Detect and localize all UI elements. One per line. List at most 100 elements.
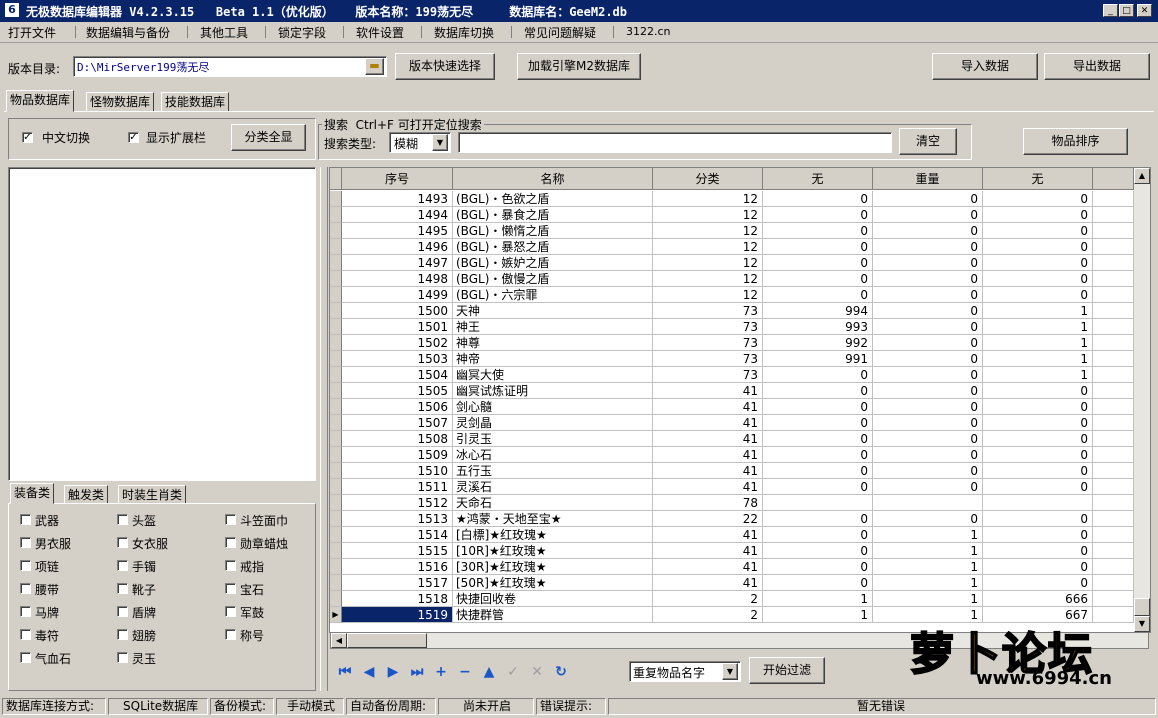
- col-none-2[interactable]: 无: [983, 168, 1093, 190]
- table-row[interactable]: 1517 [50R]★红玫瑰★ 41 0 1 0: [330, 575, 1134, 591]
- category-checkbox[interactable]: [117, 583, 128, 594]
- cell-none-1[interactable]: 1: [763, 607, 873, 623]
- vertical-scrollbar[interactable]: ▲ ▼: [1134, 168, 1150, 632]
- cell-filler[interactable]: [1093, 431, 1134, 447]
- table-row[interactable]: 1499 (BGL)・六宗罪 12 0 0 0: [330, 287, 1134, 303]
- cell-weight[interactable]: 1: [873, 527, 983, 543]
- cell-seq[interactable]: 1511: [342, 479, 453, 495]
- maximize-icon[interactable]: □: [1119, 4, 1134, 17]
- cell-weight[interactable]: [873, 495, 983, 511]
- next-icon[interactable]: ▶: [385, 664, 401, 680]
- cell-category[interactable]: 41: [653, 543, 763, 559]
- first-icon[interactable]: ⏮: [337, 664, 353, 680]
- h-scroll-thumb[interactable]: [347, 633, 427, 648]
- cell-none-1[interactable]: 0: [763, 447, 873, 463]
- delete-icon[interactable]: −: [457, 664, 473, 680]
- cell-category[interactable]: 12: [653, 191, 763, 207]
- cell-none-2[interactable]: 0: [983, 543, 1093, 559]
- cell-weight[interactable]: 0: [873, 207, 983, 223]
- cell-name[interactable]: [50R]★红玫瑰★: [453, 575, 653, 591]
- cell-none-2[interactable]: 0: [983, 575, 1093, 591]
- cell-category[interactable]: 2: [653, 591, 763, 607]
- cell-none-2[interactable]: 0: [983, 207, 1093, 223]
- start-filter-button[interactable]: 开始过滤: [749, 657, 825, 684]
- cell-name[interactable]: (BGL)・暴食之盾: [453, 207, 653, 223]
- cell-seq[interactable]: 1493: [342, 191, 453, 207]
- cell-seq[interactable]: 1496: [342, 239, 453, 255]
- table-row[interactable]: 1502 神尊 73 992 0 1: [330, 335, 1134, 351]
- refresh-icon[interactable]: ↻: [553, 664, 569, 680]
- scroll-left-icon[interactable]: ◀: [331, 633, 347, 648]
- category-checkbox[interactable]: [225, 537, 236, 548]
- cell-weight[interactable]: 0: [873, 511, 983, 527]
- table-row[interactable]: 1500 天神 73 994 0 1: [330, 303, 1134, 319]
- cell-none-2[interactable]: [983, 495, 1093, 511]
- cell-category[interactable]: 41: [653, 559, 763, 575]
- tab-skills[interactable]: 技能数据库: [161, 92, 230, 112]
- cell-none-1[interactable]: 0: [763, 479, 873, 495]
- table-row[interactable]: 1509 冰心石 41 0 0 0: [330, 447, 1134, 463]
- cell-none-2[interactable]: 0: [983, 399, 1093, 415]
- cell-filler[interactable]: [1093, 511, 1134, 527]
- cell-seq[interactable]: 1495: [342, 223, 453, 239]
- chevron-down-icon[interactable]: ▼: [432, 134, 448, 151]
- cell-seq[interactable]: 1497: [342, 255, 453, 271]
- table-row[interactable]: 1496 (BGL)・暴怒之盾 12 0 0 0: [330, 239, 1134, 255]
- cell-filler[interactable]: [1093, 591, 1134, 607]
- row-indicator[interactable]: [330, 495, 342, 511]
- sort-button[interactable]: 物品排序: [1023, 128, 1128, 155]
- cell-weight[interactable]: 0: [873, 335, 983, 351]
- cell-filler[interactable]: [1093, 383, 1134, 399]
- cell-none-2[interactable]: 0: [983, 527, 1093, 543]
- cell-none-1[interactable]: 1: [763, 591, 873, 607]
- cell-category[interactable]: 12: [653, 223, 763, 239]
- table-row[interactable]: 1512 天命石 78: [330, 495, 1134, 511]
- cell-seq[interactable]: 1499: [342, 287, 453, 303]
- category-checkbox[interactable]: [117, 537, 128, 548]
- category-checkbox[interactable]: [20, 629, 31, 640]
- cell-filler[interactable]: [1093, 527, 1134, 543]
- cell-category[interactable]: 12: [653, 207, 763, 223]
- category-checkbox[interactable]: [225, 629, 236, 640]
- cell-category[interactable]: 41: [653, 399, 763, 415]
- cell-filler[interactable]: [1093, 447, 1134, 463]
- cell-none-1[interactable]: 0: [763, 527, 873, 543]
- cell-none-1[interactable]: 0: [763, 543, 873, 559]
- row-indicator[interactable]: [330, 431, 342, 447]
- cell-none-1[interactable]: 0: [763, 575, 873, 591]
- cell-none-2[interactable]: 0: [983, 511, 1093, 527]
- cell-seq[interactable]: 1519: [342, 607, 453, 623]
- cell-name[interactable]: 神帝: [453, 351, 653, 367]
- cell-seq[interactable]: 1514: [342, 527, 453, 543]
- cell-weight[interactable]: 0: [873, 479, 983, 495]
- cell-category[interactable]: 73: [653, 335, 763, 351]
- table-row[interactable]: 1508 引灵玉 41 0 0 0: [330, 431, 1134, 447]
- cell-none-1[interactable]: 0: [763, 255, 873, 271]
- menu-other-tools[interactable]: 其他工具: [200, 24, 248, 41]
- cell-seq[interactable]: 1513: [342, 511, 453, 527]
- cell-none-1[interactable]: [763, 495, 873, 511]
- cell-none-1[interactable]: 0: [763, 239, 873, 255]
- cell-none-1[interactable]: 0: [763, 463, 873, 479]
- cell-filler[interactable]: [1093, 559, 1134, 575]
- cell-weight[interactable]: 0: [873, 319, 983, 335]
- cell-none-2[interactable]: 666: [983, 591, 1093, 607]
- cell-category[interactable]: 73: [653, 351, 763, 367]
- cell-category[interactable]: 41: [653, 575, 763, 591]
- category-checkbox[interactable]: [20, 537, 31, 548]
- category-checkbox[interactable]: [117, 560, 128, 571]
- menu-lock-fields[interactable]: 锁定字段: [278, 24, 326, 41]
- row-indicator[interactable]: [330, 415, 342, 431]
- cell-weight[interactable]: 1: [873, 575, 983, 591]
- dir-input[interactable]: D:\MirServer199荡无尽 ▬: [73, 56, 387, 77]
- cell-weight[interactable]: 0: [873, 367, 983, 383]
- cell-category[interactable]: 41: [653, 527, 763, 543]
- cell-filler[interactable]: [1093, 543, 1134, 559]
- menu-settings[interactable]: 软件设置: [356, 24, 404, 41]
- cell-none-2[interactable]: 0: [983, 559, 1093, 575]
- cell-weight[interactable]: 0: [873, 271, 983, 287]
- load-engine-button[interactable]: 加载引擎M2数据库: [517, 53, 641, 80]
- table-row[interactable]: 1498 (BGL)・傲慢之盾 12 0 0 0: [330, 271, 1134, 287]
- row-indicator[interactable]: [330, 399, 342, 415]
- cell-name[interactable]: [10R]★红玫瑰★: [453, 543, 653, 559]
